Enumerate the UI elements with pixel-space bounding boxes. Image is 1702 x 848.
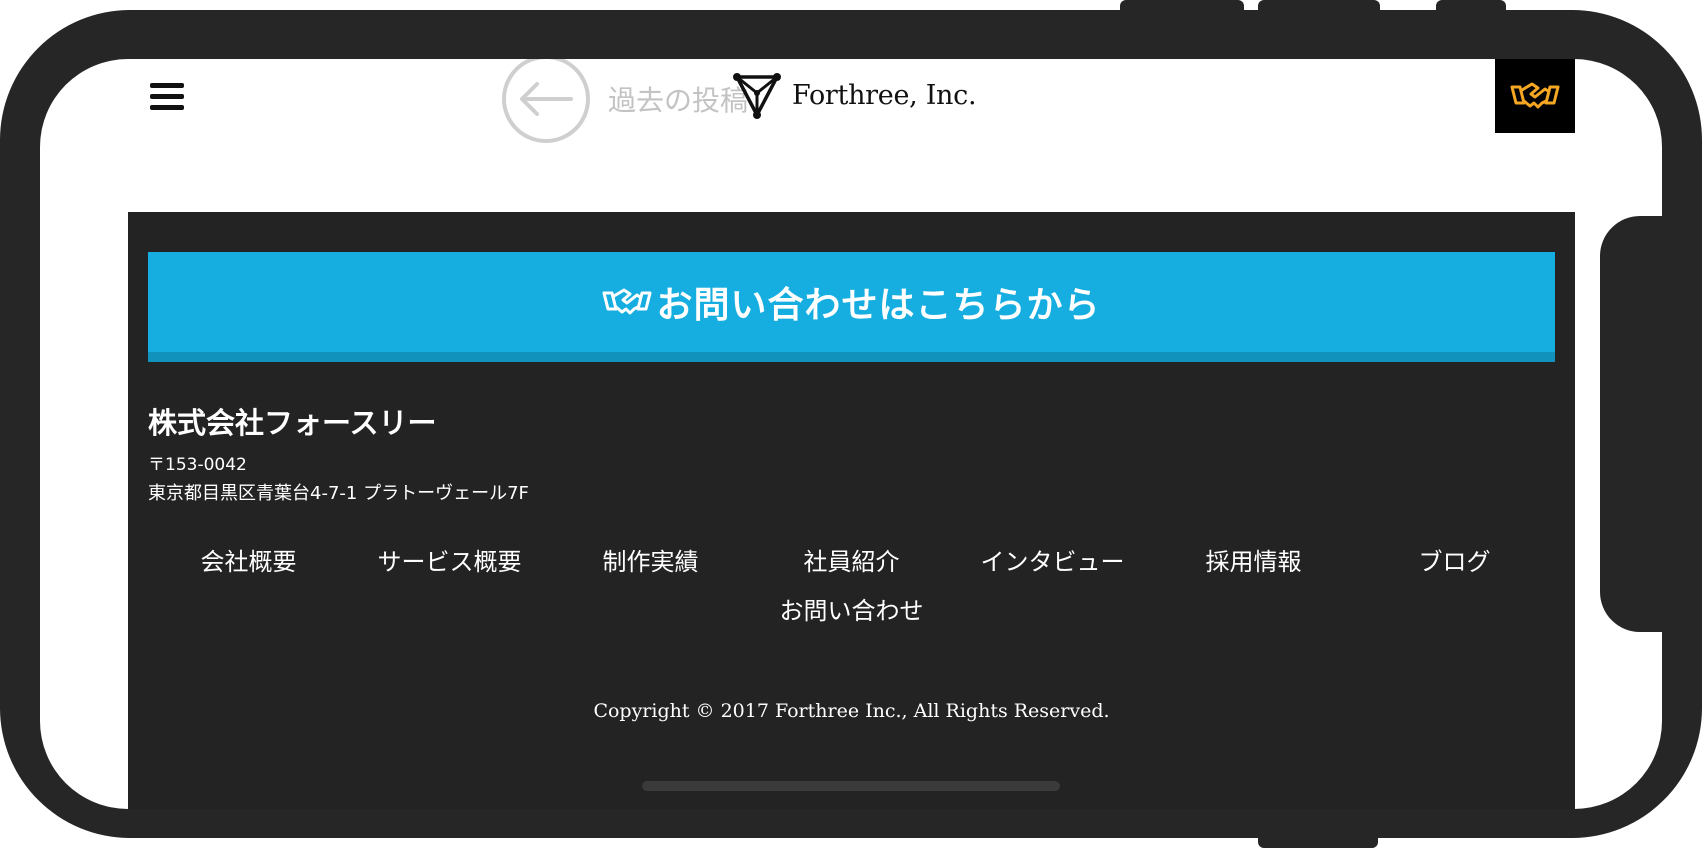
site-logo[interactable]: Forthree, Inc. <box>732 71 977 119</box>
contact-corner-button[interactable] <box>1495 59 1575 133</box>
previous-post-label: 過去の投稿 <box>608 84 749 117</box>
copyright: Copyright © 2017 Forthree Inc., All Righ… <box>593 700 1110 722</box>
forthree-logo-icon <box>733 73 781 119</box>
arrow-left-icon <box>502 59 590 143</box>
footer-nav-staff[interactable]: 社員紹介 <box>751 542 952 577</box>
device-mockup: 過去の投稿 Forthree, Inc. お問い合わせはこちらから 株式会社フォ… <box>0 0 1702 848</box>
postal-code: 〒153-0042 <box>148 455 247 475</box>
handshake-icon <box>602 288 652 315</box>
hamburger-menu-icon[interactable] <box>150 83 184 113</box>
footer-nav-blog[interactable]: ブログ <box>1354 542 1555 577</box>
footer-nav-works[interactable]: 制作実績 <box>550 542 751 577</box>
home-indicator[interactable] <box>642 781 1060 791</box>
logo-text: Forthree, Inc. <box>792 79 977 111</box>
phone-notch <box>1600 216 1680 632</box>
phone-screen: 過去の投稿 Forthree, Inc. お問い合わせはこちらから 株式会社フォ… <box>40 59 1662 809</box>
contact-cta-button[interactable]: お問い合わせはこちらから <box>148 252 1555 362</box>
footer-nav-services[interactable]: サービス概要 <box>349 542 550 577</box>
previous-post-link[interactable]: 過去の投稿 <box>502 59 748 143</box>
footer-nav-company[interactable]: 会社概要 <box>148 542 349 577</box>
phone-frame: 過去の投稿 Forthree, Inc. お問い合わせはこちらから 株式会社フォ… <box>0 10 1702 838</box>
footer-nav-contact[interactable]: お問い合わせ <box>751 591 952 626</box>
handshake-icon <box>1510 82 1560 109</box>
contact-cta-label: お問い合わせはこちらから <box>656 285 1101 326</box>
company-address: 東京都目黒区青葉台4-7-1 プラトーヴェール7F <box>148 483 529 504</box>
footer-nav-recruit[interactable]: 採用情報 <box>1153 542 1354 577</box>
site-footer: お問い合わせはこちらから 株式会社フォースリー 〒153-0042 東京都目黒区… <box>128 212 1575 809</box>
footer-nav-interview[interactable]: インタビュー <box>952 542 1153 577</box>
footer-nav: 会社概要 サービス概要 制作実績 社員紹介 インタビュー 採用情報 ブログ お問… <box>148 542 1555 626</box>
company-name: 株式会社フォースリー <box>148 406 437 440</box>
